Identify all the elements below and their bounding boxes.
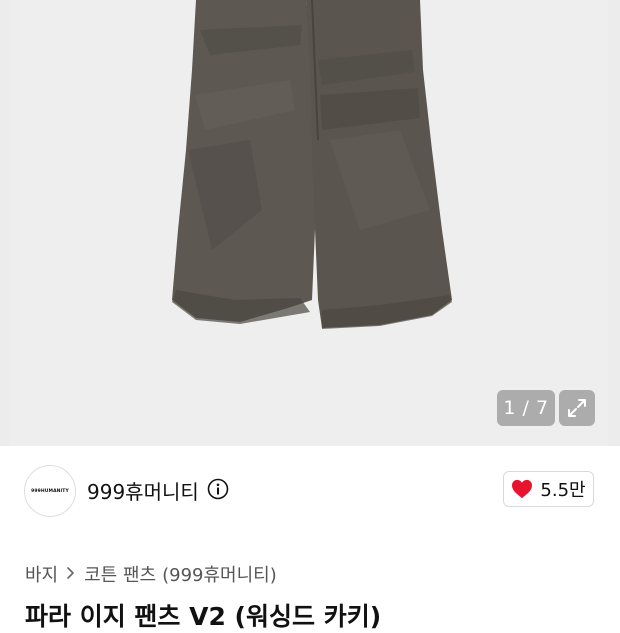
product-title: 파라 이지 팬츠 V2 (워싱드 카키) (25, 602, 382, 631)
heart-icon (512, 479, 533, 499)
brand-name[interactable]: 999휴머니티 (87, 476, 199, 505)
image-counter-text: 1 / 7 (503, 397, 549, 419)
breadcrumb: 바지 코튼 팬츠 (999휴머니티) (25, 561, 277, 587)
breadcrumb-brand[interactable]: (999휴머니티) (162, 561, 277, 587)
info-icon[interactable] (207, 478, 229, 500)
image-counter: 1 / 7 (497, 390, 555, 426)
product-image-gallery[interactable]: 1 / 7 (0, 0, 620, 446)
brand-row: 999HUMANITY 999휴머니티 5.5만 (0, 446, 620, 536)
brand-logo-text: 999HUMANITY (31, 488, 69, 494)
chevron-right-icon (66, 565, 75, 584)
expand-button[interactable] (559, 390, 595, 426)
breadcrumb-subcategory[interactable]: 코튼 팬츠 (84, 561, 156, 587)
expand-icon (568, 399, 586, 417)
brand-logo[interactable]: 999HUMANITY (24, 465, 76, 517)
breadcrumb-category[interactable]: 바지 (25, 561, 58, 587)
product-image (172, 0, 452, 329)
like-button[interactable]: 5.5만 (503, 471, 594, 507)
like-count: 5.5만 (540, 480, 586, 501)
